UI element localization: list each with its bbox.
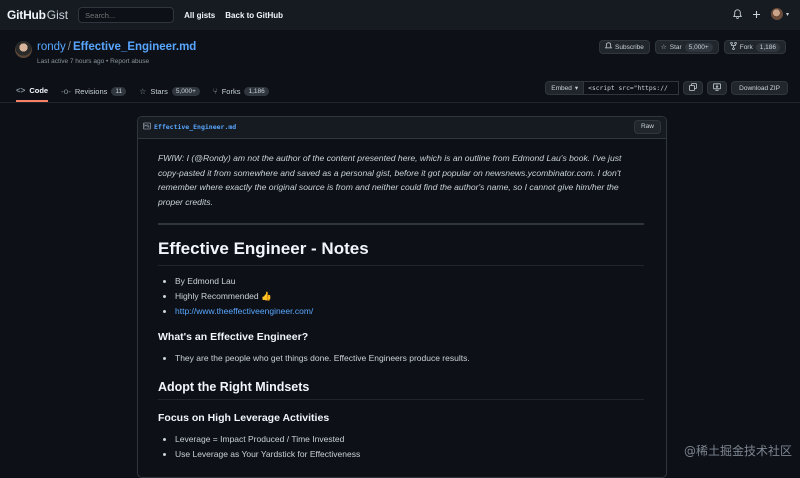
bell-icon[interactable]: [732, 9, 742, 19]
list-item: By Edmond Lau: [175, 274, 644, 289]
website-link[interactable]: http://www.theeffectiveengineer.com/: [175, 306, 313, 316]
file-name-link[interactable]: Effective_Engineer.md: [154, 123, 236, 131]
list-item: Use Leverage as Your Yardstick for Effec…: [175, 447, 644, 462]
file-header: Effective_Engineer.md Raw: [138, 117, 666, 139]
fork-icon: [729, 42, 737, 52]
tab-revisions[interactable]: -o- Revisions 11: [61, 80, 127, 102]
user-avatar-icon[interactable]: [770, 8, 783, 20]
star-label: Star: [669, 43, 682, 51]
forks-count: 1,186: [244, 86, 269, 96]
tab-code-label: Code: [29, 85, 49, 95]
bell-icon: [604, 42, 613, 52]
subscribe-label: Subscribe: [615, 43, 644, 51]
file-icon: [143, 122, 151, 132]
owner-avatar[interactable]: [15, 41, 32, 58]
chevron-down-icon[interactable]: ▾: [786, 11, 789, 18]
plus-icon[interactable]: [752, 10, 761, 19]
fork-button[interactable]: Fork 1,186: [723, 40, 786, 54]
gist-meta: Last active 7 hours ago • Report abuse: [37, 58, 150, 65]
heading-notes: Effective Engineer - Notes: [158, 239, 644, 267]
star-icon: ☆: [660, 44, 667, 51]
list-item: They are the people who get things done.…: [175, 351, 644, 366]
tab-code[interactable]: <> Code: [16, 80, 49, 102]
owner-link[interactable]: rondy: [37, 41, 66, 53]
back-to-github-link[interactable]: Back to GitHub: [225, 11, 283, 20]
embed-toolbar: Embed ▾ Download ZIP: [545, 81, 788, 95]
gist-tabs: <> Code -o- Revisions 11 ☆ Stars 5,000+ …: [16, 80, 282, 102]
title-separator: /: [67, 41, 71, 53]
code-icon: <>: [16, 85, 26, 95]
gist-title: rondy / Effective_Engineer.md: [37, 41, 196, 53]
heading-mindsets: Adopt the Right Mindsets: [158, 380, 644, 401]
list-item: Highly Recommended 👍: [175, 289, 644, 304]
horizontal-rule: [158, 223, 644, 226]
tab-revisions-label: Revisions: [74, 86, 108, 96]
stars-count: 5,000+: [171, 86, 200, 96]
star-icon: ☆: [139, 86, 147, 96]
star-button[interactable]: ☆ Star 5,000+: [654, 40, 719, 54]
github-gist-logo[interactable]: GitHub Gist: [7, 8, 68, 22]
embed-select[interactable]: Embed ▾: [545, 81, 585, 95]
list-item: Leverage = Impact Produced / Time Invest…: [175, 432, 644, 447]
file-container: Effective_Engineer.md Raw FWIW: I (@Rond…: [137, 116, 667, 478]
download-zip-button[interactable]: Download ZIP: [731, 81, 788, 95]
heading-whats-effective-engineer: What's an Effective Engineer?: [158, 331, 309, 344]
subscribe-button[interactable]: Subscribe: [599, 40, 650, 54]
star-count: 5,000+: [684, 42, 713, 52]
desktop-clone-button[interactable]: [707, 81, 728, 95]
tab-stars[interactable]: ☆ Stars 5,000+: [139, 80, 200, 102]
download-zip-label: Download ZIP: [739, 84, 780, 92]
heading-high-leverage: Focus on High Leverage Activities: [158, 412, 330, 425]
watermark: @稀土掘金技术社区: [683, 444, 792, 458]
markdown-body: FWIW: I (@Rondy) am not the author of th…: [158, 151, 644, 462]
tab-forks[interactable]: ⑂ Forks 1,186: [213, 80, 269, 102]
intro-list: By Edmond Lau Highly Recommended 👍 http:…: [158, 274, 644, 319]
logo-github-text: GitHub: [7, 8, 46, 22]
fork-label: Fork: [739, 43, 753, 51]
leverage-list: Leverage = Impact Produced / Time Invest…: [158, 432, 644, 462]
intro-paragraph: FWIW: I (@Rondy) am not the author of th…: [158, 153, 622, 207]
copy-button[interactable]: [683, 81, 704, 95]
raw-button[interactable]: Raw: [633, 120, 661, 134]
tab-forks-label: Forks: [221, 86, 241, 96]
fork-count: 1,186: [755, 42, 780, 52]
logo-gist-text: Gist: [46, 8, 69, 22]
embed-code-input[interactable]: [584, 81, 680, 95]
list-item: http://www.theeffectiveengineer.com/: [175, 304, 644, 319]
gist-filename-link[interactable]: Effective_Engineer.md: [73, 41, 196, 53]
all-gists-link[interactable]: All gists: [184, 11, 215, 20]
fork-icon: ⑂: [212, 86, 218, 96]
revisions-count: 11: [111, 86, 127, 96]
file-name: Effective_Engineer.md: [143, 122, 236, 132]
search-input[interactable]: [78, 7, 175, 23]
top-header: GitHub Gist All gists Back to GitHub ▾: [0, 0, 800, 30]
gist-actions: Subscribe ☆ Star 5,000+ Fork 1,186: [599, 40, 786, 54]
commit-icon: -o-: [61, 86, 71, 96]
copy-icon: [689, 83, 698, 93]
definition-list: They are the people who get things done.…: [158, 351, 644, 366]
tab-stars-label: Stars: [150, 86, 168, 96]
embed-label: Embed: [551, 84, 572, 92]
desktop-download-icon: [713, 83, 722, 93]
chevron-down-icon: ▾: [574, 85, 579, 92]
gist-header: rondy / Effective_Engineer.md Last active …: [0, 30, 800, 103]
